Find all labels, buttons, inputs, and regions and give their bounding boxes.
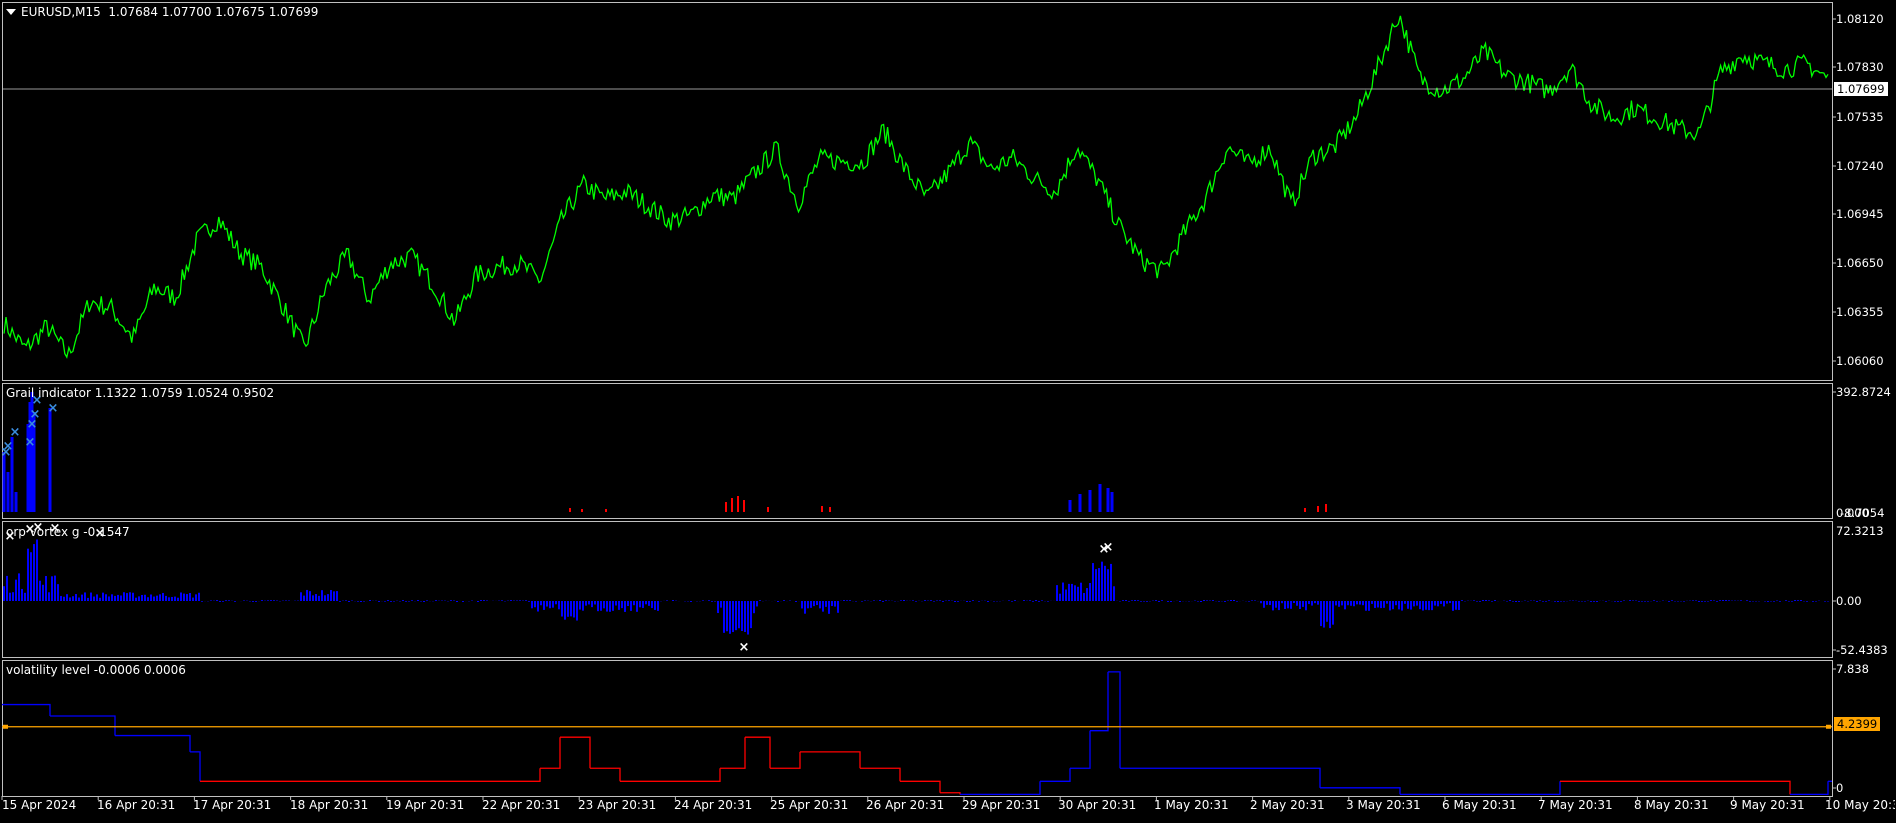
- price-scale-label: 1.06945: [1836, 207, 1884, 221]
- time-axis-label: 25 Apr 20:31: [770, 798, 849, 812]
- grail-signal-marker: ×: [25, 435, 36, 450]
- volatility-step-line: [1090, 671, 1109, 732]
- volatility-level-anchor: [3, 724, 8, 729]
- grail-signal-marker: ×: [30, 407, 41, 422]
- volatility-step-line: [1400, 781, 1561, 796]
- price-scale-label: 1.08120: [1836, 12, 1884, 26]
- time-axis-label: 6 May 20:31: [1442, 798, 1517, 812]
- volatility-step-line: [720, 737, 746, 769]
- price-scale-label: 1.06060: [1836, 354, 1884, 368]
- symbol-title: EURUSD,M15 1.07684 1.07700 1.07675 1.076…: [6, 5, 318, 19]
- volatility-step-line: [770, 751, 801, 769]
- volatility-step-line: [800, 751, 861, 769]
- volatility-step-line: [620, 768, 721, 782]
- collapse-triangle-icon[interactable]: [6, 8, 16, 15]
- volatility-step-line: [1740, 780, 1791, 795]
- volatility-level-anchor: [1826, 724, 1831, 729]
- volatility-step-line: [960, 781, 1041, 796]
- time-axis-label: 22 Apr 20:31: [482, 798, 561, 812]
- grail-scale-top: 392.8724: [1836, 385, 1891, 399]
- time-axis-label: 10 May 20:31: [1825, 798, 1895, 812]
- volatility-step-line: [190, 751, 201, 782]
- time-axis-label: 29 Apr 20:31: [962, 798, 1041, 812]
- volatility-step-line: [1320, 787, 1401, 795]
- volatility-step-line: [1108, 671, 1121, 769]
- panel-border-main: [2, 2, 1833, 381]
- time-axis-label: 2 May 20:31: [1250, 798, 1325, 812]
- orp-scale-zero: 0.00: [1836, 594, 1862, 608]
- price-scale-label: 1.06355: [1836, 305, 1884, 319]
- time-axis-label: 23 Apr 20:31: [578, 798, 657, 812]
- volatility-step-line: [90, 715, 116, 736]
- time-axis-label: 30 Apr 20:31: [1058, 798, 1137, 812]
- panel-border-grail: [2, 383, 1833, 519]
- grail-signal-marker: ×: [10, 425, 21, 440]
- time-axis-label: 18 Apr 20:31: [290, 798, 369, 812]
- volatility-level-title: volatility level -0.0006 0.0006: [6, 663, 186, 677]
- price-scale-label: 1.07240: [1836, 159, 1884, 173]
- grail-scale-bottom-2: -8.7054: [1840, 506, 1885, 520]
- time-axis-label: 8 May 20:31: [1634, 798, 1709, 812]
- volatility-step-line: [900, 780, 941, 793]
- volatility-step-line: [300, 768, 541, 782]
- volatility-step-line: [745, 736, 771, 769]
- volatility-step-line: [590, 767, 621, 782]
- volatility-step-line: [1040, 768, 1071, 782]
- volatility-scale-top: 7.838: [1836, 662, 1869, 676]
- volatility-step-line: [1790, 781, 1829, 796]
- panel-border-orp: [2, 521, 1833, 658]
- orp-signal-marker: ×: [1103, 540, 1114, 555]
- time-axis-label: 17 Apr 20:31: [193, 798, 272, 812]
- panel-border-vol: [2, 660, 1833, 797]
- orp-vortex-title: orp vortex g -0.1547: [6, 525, 130, 539]
- volatility-scale-bottom: 0: [1836, 781, 1844, 795]
- volatility-step-line: [940, 792, 961, 795]
- grail-signal-marker: ×: [1, 445, 12, 460]
- current-price-tag: 1.07699: [1834, 82, 1888, 96]
- volatility-step-line: [150, 734, 191, 752]
- price-scale-label: 1.07535: [1836, 110, 1884, 124]
- price-scale-label: 1.06650: [1836, 256, 1884, 270]
- orp-scale-bottom: -52.4383: [1836, 643, 1888, 657]
- volatility-step-line: [540, 737, 561, 769]
- time-axis-label: 1 May 20:31: [1154, 798, 1229, 812]
- volatility-step-line: [560, 736, 591, 769]
- volatility-step-line: [860, 767, 901, 782]
- time-axis-label: 9 May 20:31: [1730, 798, 1805, 812]
- orp-signal-marker: ×: [739, 640, 750, 655]
- grail-indicator-title: Grail indicator 1.1322 1.0759 1.0524 0.9…: [6, 386, 275, 400]
- chart-window[interactable]: × × × × × × × × × × × × × × × × EURUSD,M15 1.07684 1.07…: [0, 0, 1896, 820]
- orp-scale-top: 72.3213: [1836, 524, 1884, 538]
- time-axis-label: 26 Apr 20:31: [866, 798, 945, 812]
- time-axis-label: 7 May 20:31: [1538, 798, 1613, 812]
- time-axis-label: 3 May 20:31: [1346, 798, 1421, 812]
- symbol-title-text: EURUSD,M15 1.07684 1.07700 1.07675 1.076…: [21, 5, 319, 19]
- grail-signal-marker: ×: [48, 401, 59, 416]
- chart-canvas[interactable]: ××××××××× ×× × ××××: [0, 0, 1896, 820]
- price-line-series: [3, 15, 1829, 359]
- time-axis-label: 24 Apr 20:31: [674, 798, 753, 812]
- volatility-step-line: [2, 703, 51, 716]
- volatility-step-line: [1120, 767, 1321, 788]
- price-scale-label: 1.07830: [1836, 60, 1884, 74]
- volatility-level-tag: 4.2399: [1834, 717, 1881, 731]
- volatility-step-line: [1070, 730, 1091, 769]
- time-axis-label: 16 Apr 20:31: [97, 798, 176, 812]
- time-axis-label: 19 Apr 20:31: [386, 798, 465, 812]
- time-axis-label: 15 Apr 2024: [2, 798, 77, 812]
